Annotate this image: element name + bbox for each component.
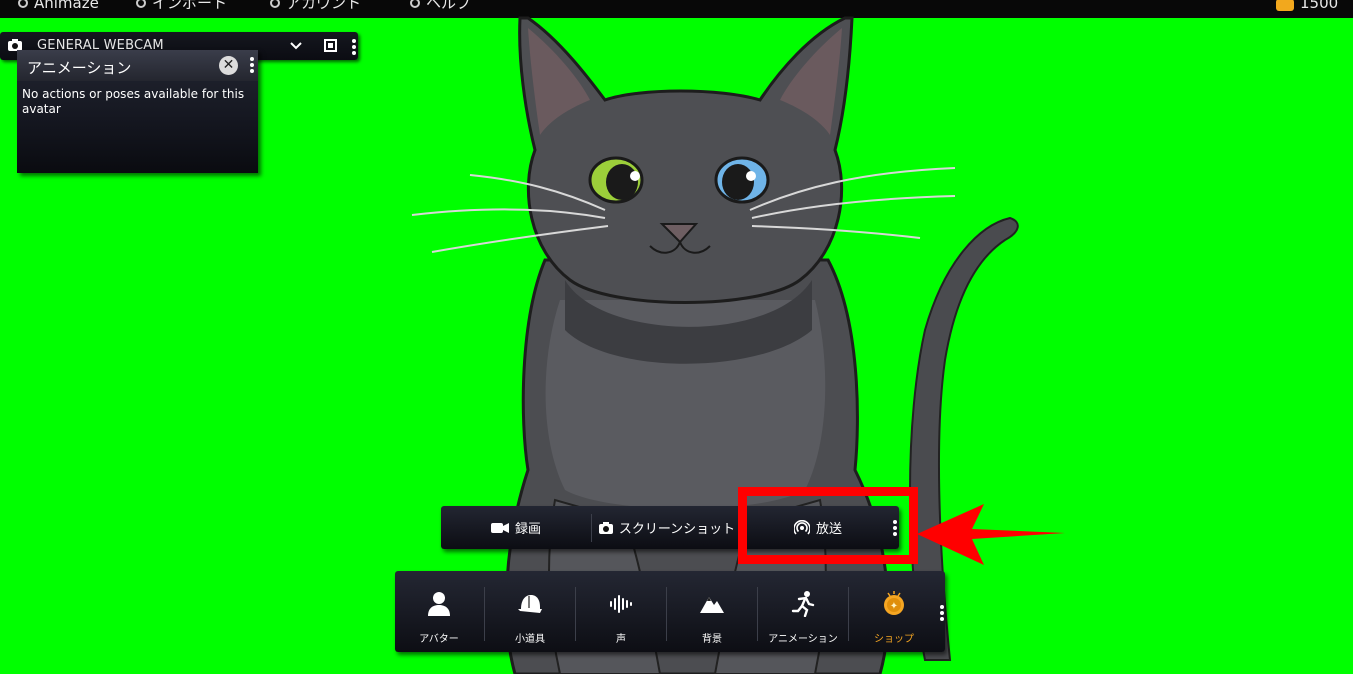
webcam-preview-toggle[interactable]: [324, 39, 337, 52]
cap-icon: [518, 595, 542, 613]
coin-balance[interactable]: 1500: [1276, 0, 1338, 12]
help-icon: [410, 0, 420, 8]
highlight-box: [738, 487, 918, 564]
mountains-icon: [700, 597, 724, 613]
close-button[interactable]: ✕: [219, 56, 238, 75]
menu-import-label: インポート: [152, 0, 228, 12]
coin-icon: ✦: [884, 591, 904, 615]
divider: [666, 587, 667, 641]
menu-import[interactable]: インポート: [136, 0, 227, 12]
person-icon: [428, 592, 450, 616]
screenshot-label: スクリーンショット: [618, 522, 736, 537]
dock-item-avatar[interactable]: アバター: [395, 571, 483, 652]
top-menu-bar: Animaze インポート アカウント ヘルプ 1500: [0, 0, 1353, 18]
chevron-down-icon[interactable]: [288, 38, 304, 54]
menu-account[interactable]: アカウント: [270, 0, 361, 12]
dock-label: アニメーション: [768, 634, 838, 645]
menu-account-label: アカウント: [286, 0, 362, 12]
screenshot-button[interactable]: スクリーンショット: [592, 506, 742, 549]
running-icon: [791, 591, 815, 617]
dock-item-voice[interactable]: 声: [577, 571, 665, 652]
camera-icon: [598, 521, 613, 534]
divider: [757, 587, 758, 641]
record-button[interactable]: 録画: [441, 506, 591, 549]
dock-label: 小道具: [515, 634, 545, 645]
coin-count: 1500: [1300, 0, 1339, 12]
red-arrow-icon: [917, 504, 1065, 565]
dock-label: アバター: [419, 634, 459, 645]
close-icon: ✕: [222, 57, 235, 73]
soundwave-icon: [610, 595, 632, 613]
divider: [848, 587, 849, 641]
dock-item-props[interactable]: 小道具: [486, 571, 574, 652]
dock-label: 背景: [702, 634, 722, 645]
account-icon: [270, 0, 280, 8]
dock-label: ショップ: [874, 634, 914, 645]
menu-help-label: ヘルプ: [426, 0, 472, 12]
webcam-more-icon[interactable]: [352, 39, 356, 55]
menu-animaze[interactable]: Animaze: [18, 0, 99, 12]
divider: [484, 587, 485, 641]
animation-panel-message: No actions or poses available for this a…: [22, 87, 245, 116]
animation-panel-more-icon[interactable]: [250, 57, 254, 73]
animation-panel-title: アニメーション: [27, 59, 132, 77]
dock-item-shop[interactable]: ✦ ショップ: [850, 571, 938, 652]
dock-item-background[interactable]: 背景: [668, 571, 756, 652]
bottom-dock: アバター 小道具 声 背景 アニメーション ✦ ショップ: [395, 571, 945, 652]
animaze-logo-icon: [18, 0, 28, 8]
divider: [575, 587, 576, 641]
svg-text:✦: ✦: [890, 601, 898, 612]
dock-label: 声: [616, 634, 626, 645]
animation-panel-header: アニメーション ✕: [17, 50, 258, 81]
record-label: 録画: [514, 522, 541, 537]
dock-item-animation[interactable]: アニメーション: [759, 571, 847, 652]
dock-more-icon[interactable]: [940, 605, 944, 621]
import-icon: [136, 0, 146, 8]
menu-help[interactable]: ヘルプ: [410, 0, 471, 12]
video-camera-icon: [490, 522, 509, 533]
animation-panel: アニメーション ✕ No actions or poses available …: [17, 50, 258, 173]
app-name: Animaze: [34, 0, 99, 12]
coins-icon: [1276, 0, 1294, 11]
